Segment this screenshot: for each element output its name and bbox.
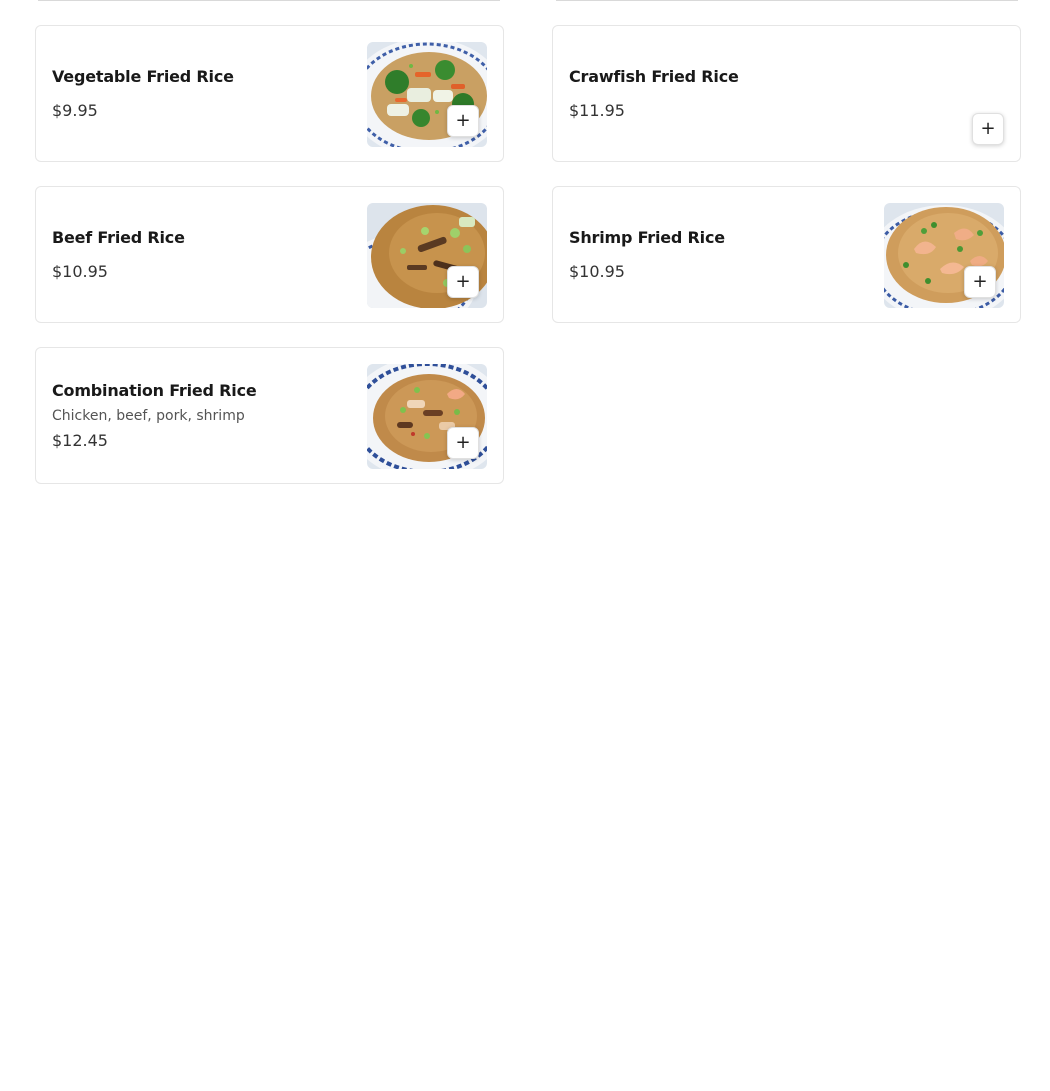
menu-item-price: $11.95 xyxy=(569,100,625,120)
plus-icon: + xyxy=(455,432,471,453)
menu-item-card[interactable]: Beef Fried Rice $10.95 + xyxy=(35,186,504,323)
menu-item-card[interactable]: Vegetable Fried Rice $9.95 + xyxy=(35,25,504,162)
menu-item-price: $12.45 xyxy=(52,430,108,450)
menu-item-name: Beef Fried Rice xyxy=(52,227,185,247)
add-item-button[interactable]: + xyxy=(447,105,479,137)
menu-item-info: Crawfish Fried Rice $11.95 xyxy=(569,26,870,161)
plus-icon: + xyxy=(455,271,471,292)
menu-item-info: Combination Fried Rice Chicken, beef, po… xyxy=(52,348,353,483)
previous-card-edge xyxy=(38,0,500,1)
menu-item-name: Vegetable Fried Rice xyxy=(52,66,234,86)
plus-icon: + xyxy=(980,118,996,139)
add-item-button[interactable]: + xyxy=(972,113,1004,145)
previous-card-edge xyxy=(556,0,1018,1)
menu-item-price: $10.95 xyxy=(52,261,108,281)
menu-item-card[interactable]: Shrimp Fried Rice $10.95 + xyxy=(552,186,1021,323)
menu-item-info: Vegetable Fried Rice $9.95 xyxy=(52,26,353,161)
plus-icon: + xyxy=(455,110,471,131)
add-item-button[interactable]: + xyxy=(447,266,479,298)
menu-item-info: Beef Fried Rice $10.95 xyxy=(52,187,353,322)
menu-item-card[interactable]: Crawfish Fried Rice $11.95 + xyxy=(552,25,1021,162)
menu-item-name: Shrimp Fried Rice xyxy=(569,227,725,247)
plus-icon: + xyxy=(972,271,988,292)
menu-item-price: $10.95 xyxy=(569,261,625,281)
menu-item-info: Shrimp Fried Rice $10.95 xyxy=(569,187,870,322)
menu-item-card[interactable]: Combination Fried Rice Chicken, beef, po… xyxy=(35,347,504,484)
menu-item-price: $9.95 xyxy=(52,100,98,120)
add-item-button[interactable]: + xyxy=(964,266,996,298)
add-item-button[interactable]: + xyxy=(447,427,479,459)
menu-item-name: Combination Fried Rice xyxy=(52,380,257,400)
menu-item-name: Crawfish Fried Rice xyxy=(569,66,739,86)
menu-item-description: Chicken, beef, pork, shrimp xyxy=(52,407,245,424)
